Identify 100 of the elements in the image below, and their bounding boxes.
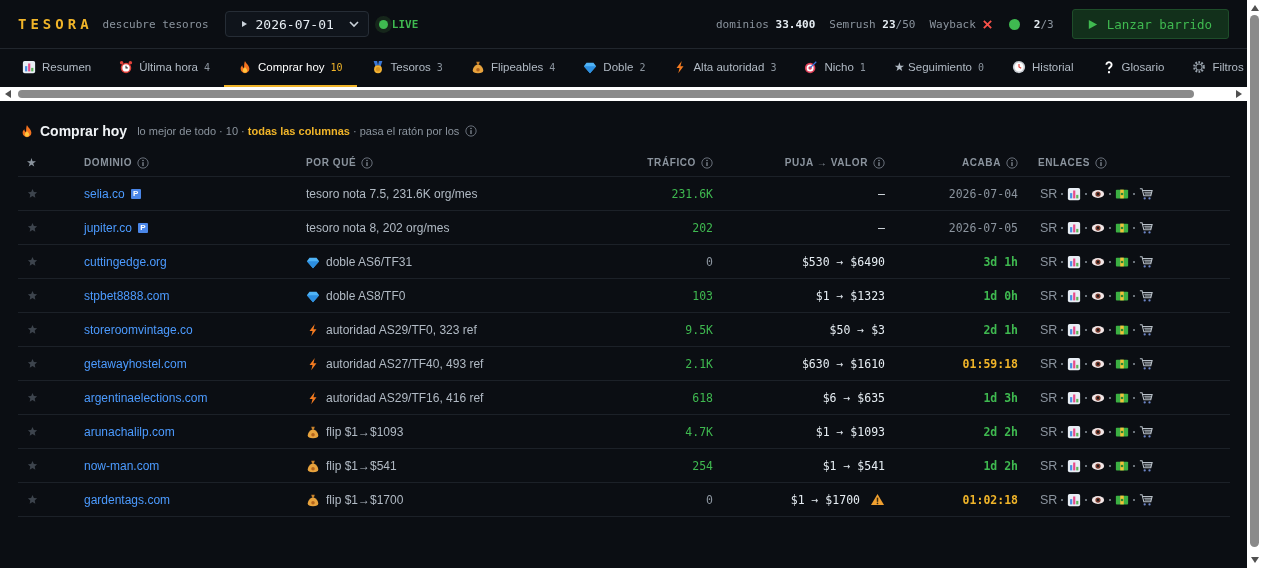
domain-link[interactable]: arunachalilp.com (84, 424, 175, 439)
info-icon[interactable] (873, 156, 885, 169)
star-icon[interactable] (27, 256, 38, 267)
column-header: ACABA (961, 157, 1001, 168)
tab-count: 2 (639, 61, 646, 73)
bid-value: $1 → $541 (822, 458, 885, 473)
bar-chart-icon (1067, 424, 1082, 439)
nav-tab[interactable]: Historial (998, 49, 1088, 87)
domain-link[interactable]: getawayhostel.com (84, 356, 187, 371)
domain-badge: P (130, 188, 141, 199)
column-header: ★ (27, 157, 37, 168)
info-icon[interactable] (1006, 156, 1018, 169)
star-icon[interactable] (27, 324, 38, 335)
semrush-link[interactable]: SR (1040, 424, 1058, 439)
money-bag-icon (306, 458, 320, 473)
traffic-value: 0 (706, 254, 713, 269)
reason-text: tesoro nota 7.5, 231.6K org/mes (306, 186, 478, 201)
star-icon[interactable] (27, 494, 38, 505)
cart-icon (1139, 356, 1154, 371)
bar-chart-icon (1067, 322, 1082, 337)
domain-link[interactable]: jupiter.co (84, 220, 133, 235)
workers-count: 2/3 (1033, 17, 1054, 31)
nav-tab[interactable]: Nicho 1 (790, 49, 880, 87)
info-icon[interactable] (1095, 156, 1107, 169)
domain-link[interactable]: gardentags.com (84, 492, 171, 507)
ends-value: 1d 0h (983, 288, 1018, 303)
nav-tab[interactable]: Última hora 4 (105, 49, 225, 87)
ends-value: 2026-07-04 (948, 186, 1018, 201)
domain-link[interactable]: argentinaelections.com (84, 390, 208, 405)
scroll-left-icon[interactable] (4, 89, 12, 99)
semrush-link[interactable]: SR (1040, 356, 1058, 371)
star-icon[interactable] (27, 426, 38, 437)
bid-value: $630 → $1610 (801, 356, 885, 371)
semrush-link[interactable]: SR (1040, 492, 1058, 507)
tab-count: 0 (978, 61, 985, 73)
bar-chart-icon (1067, 356, 1082, 371)
semrush-link[interactable]: SR (1040, 220, 1058, 235)
bid-value: $1 → $1700 (790, 492, 860, 507)
bar-chart-icon (1067, 390, 1082, 405)
domain-link[interactable]: now-man.com (84, 458, 160, 473)
info-icon[interactable] (361, 156, 374, 169)
nav-tab[interactable]: Alta autoridad 3 (659, 49, 791, 87)
reason-text: autoridad AS27/TF40, 493 ref (326, 356, 484, 371)
money-bag-icon (306, 492, 320, 507)
nav-tab[interactable]: Tesoros 3 (356, 49, 457, 87)
traffic-value: 2.1K (685, 356, 713, 371)
info-icon[interactable] (465, 125, 478, 137)
launch-sweep-button[interactable]: Lanzar barrido (1071, 9, 1229, 39)
bar-chart-icon (1067, 288, 1082, 303)
flame-icon (20, 124, 34, 138)
nav-tab[interactable]: Resumen (8, 49, 106, 87)
semrush-link[interactable]: SR (1040, 458, 1058, 473)
semrush-link[interactable]: SR (1040, 254, 1058, 269)
nav-tab[interactable]: Glosario (1087, 49, 1179, 87)
scroll-right-icon[interactable] (1235, 89, 1243, 99)
semrush-link[interactable]: SR (1040, 288, 1058, 303)
cart-icon (1139, 186, 1154, 201)
star-icon[interactable] (27, 188, 38, 199)
date-picker[interactable]: 2026-07-01 (224, 11, 369, 37)
scroll-up-icon[interactable] (1249, 4, 1260, 12)
nav-tab[interactable]: ★ Seguimiento 0 (879, 49, 999, 87)
star-icon[interactable] (27, 460, 38, 471)
nav-tab[interactable]: Filtros (1178, 49, 1247, 87)
cart-icon (1139, 458, 1154, 473)
cart-icon (1139, 322, 1154, 337)
semrush-link[interactable]: SR (1040, 322, 1058, 337)
reason-text: flip $1→$1093 (326, 424, 404, 439)
info-icon[interactable] (137, 156, 150, 169)
tab-count: 4 (549, 61, 556, 73)
cart-icon (1139, 220, 1154, 235)
tab-count: 3 (770, 61, 777, 73)
scroll-down-icon[interactable] (1249, 556, 1260, 564)
nav-tab[interactable]: Doble 2 (569, 49, 660, 87)
star-icon[interactable] (27, 358, 38, 369)
tab-count: 3 (436, 61, 443, 73)
reason-text: flip $1→$541 (326, 458, 397, 473)
star-icon[interactable] (27, 222, 38, 233)
horizontal-scrollbar[interactable] (0, 87, 1247, 101)
star-icon[interactable] (27, 290, 38, 301)
nav-tab[interactable]: Flipeables 4 (456, 49, 570, 87)
vertical-scrollbar[interactable] (1247, 0, 1262, 568)
bid-value: $50 → $3 (829, 322, 885, 337)
domain-link[interactable]: stpbet8888.com (84, 288, 170, 303)
star-icon[interactable] (27, 392, 38, 403)
money-bag-icon (470, 60, 485, 74)
traffic-value: 231.6K (671, 186, 713, 201)
ends-value: 2026-07-05 (948, 220, 1018, 235)
domain-link[interactable]: cuttingedge.org (84, 254, 167, 269)
column-header: TRÁFICO (647, 157, 696, 168)
domains-count: dominios 33.400 (715, 17, 816, 31)
column-header: DOMINIO (84, 157, 133, 168)
domain-link[interactable]: selia.co (84, 186, 125, 201)
info-icon[interactable] (701, 156, 713, 169)
traffic-value: 103 (692, 288, 713, 303)
domain-link[interactable]: storeroomvintage.co (84, 322, 193, 337)
ends-value: 1d 2h (983, 458, 1018, 473)
column-header: ENLACES (1038, 157, 1090, 168)
semrush-link[interactable]: SR (1040, 390, 1058, 405)
semrush-link[interactable]: SR (1040, 186, 1058, 201)
bid-value: — (878, 186, 885, 201)
